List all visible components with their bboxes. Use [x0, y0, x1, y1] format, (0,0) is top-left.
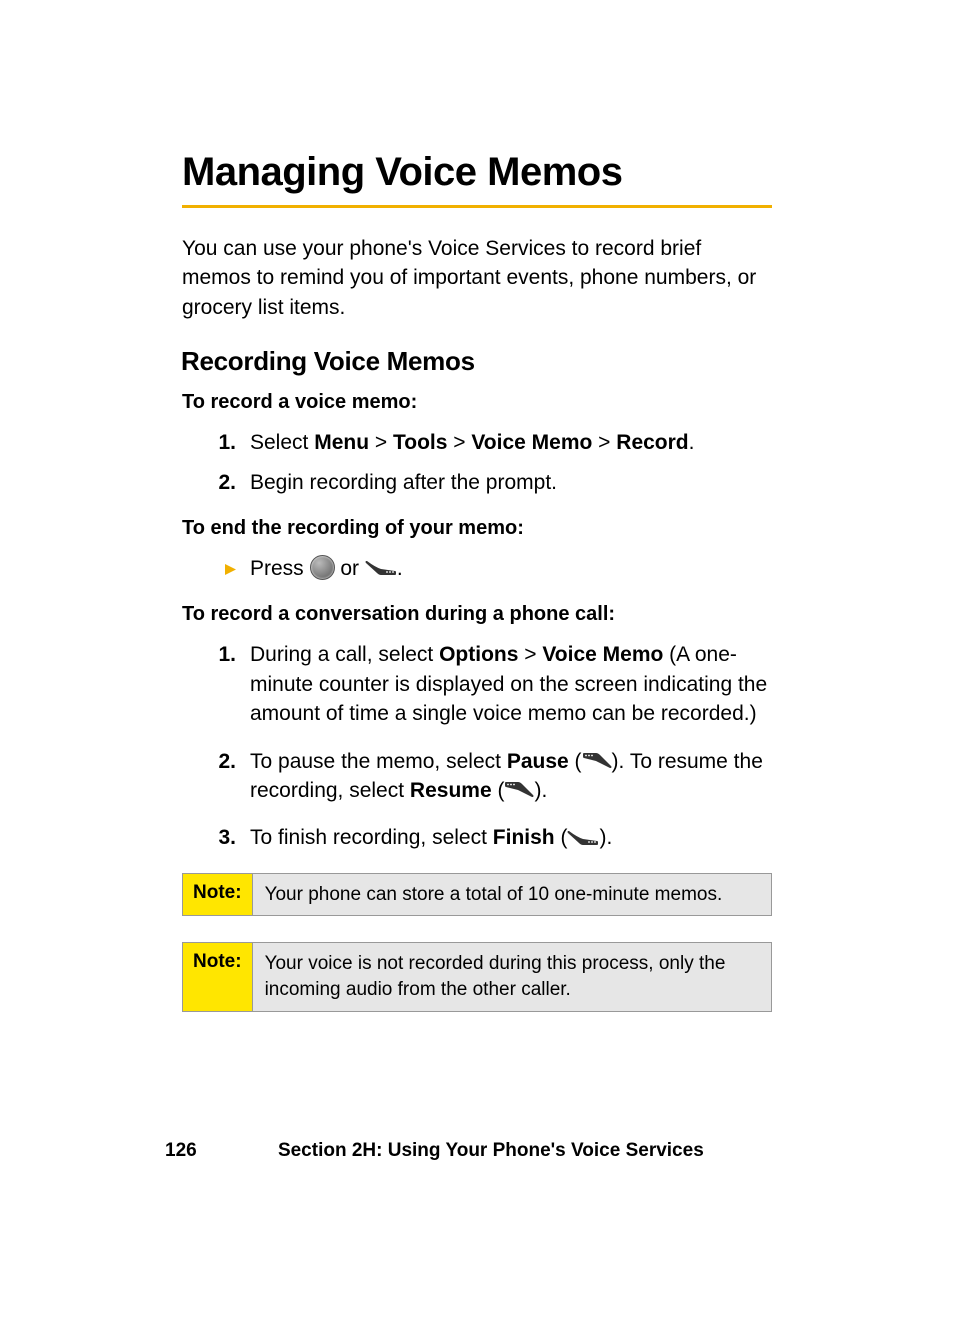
page-number: 126	[165, 1140, 197, 1162]
finish-label: Finish	[493, 826, 555, 849]
paren: (	[492, 779, 505, 802]
right-softkey-icon	[567, 829, 599, 845]
paren: ).	[534, 779, 547, 802]
note-box: Note: Your phone can store a total of 10…	[182, 873, 772, 917]
paren: (	[555, 826, 568, 849]
note-box: Note: Your voice is not recorded during …	[182, 942, 772, 1011]
step-number: 1.	[198, 428, 250, 457]
text: To pause the memo, select	[250, 750, 507, 773]
lead-to-record: To record a voice memo:	[182, 391, 772, 414]
voicememo-label: Voice Memo	[542, 643, 663, 666]
step-number: 2.	[198, 747, 250, 806]
step-item: 1. During a call, select Options > Voice…	[198, 640, 772, 728]
step-body: During a call, select Options > Voice Me…	[250, 640, 772, 728]
text: To finish recording, select	[250, 826, 493, 849]
step-body: Select Menu > Tools > Voice Memo > Recor…	[250, 428, 772, 457]
title-rule	[182, 205, 772, 208]
page-title: Managing Voice Memos	[182, 150, 772, 195]
ok-button-icon	[310, 555, 335, 580]
intro-paragraph: You can use your phone's Voice Services …	[182, 234, 772, 322]
options-label: Options	[439, 643, 518, 666]
paren: ).	[612, 750, 630, 773]
voicememo-label: Voice Memo	[471, 431, 592, 454]
paren: (	[569, 750, 582, 773]
step-body: To finish recording, select Finish ().	[250, 823, 772, 852]
sep: >	[447, 431, 471, 454]
step-item: 1. Select Menu > Tools > Voice Memo > Re…	[198, 428, 772, 457]
record-label: Record	[616, 431, 688, 454]
sep: >	[592, 431, 616, 454]
left-softkey-icon	[504, 781, 534, 799]
menu-label: Menu	[314, 431, 369, 454]
step-body: To pause the memo, select Pause (). To r…	[250, 747, 772, 806]
bullet-body: Press or .	[250, 554, 772, 583]
left-softkey-icon	[582, 752, 612, 770]
step-item: 2. Begin recording after the prompt.	[198, 468, 772, 497]
steps-record: 1. Select Menu > Tools > Voice Memo > Re…	[198, 428, 772, 497]
page-footer: 126 Section 2H: Using Your Phone's Voice…	[165, 1140, 785, 1162]
step-number: 3.	[198, 823, 250, 852]
steps-during-call: 1. During a call, select Options > Voice…	[198, 640, 772, 852]
bullet-marker-icon	[198, 554, 250, 583]
step-number: 2.	[198, 468, 250, 497]
step-item: 3. To finish recording, select Finish ()…	[198, 823, 772, 852]
text: Press	[250, 557, 310, 580]
step-item: 2. To pause the memo, select Pause (). T…	[198, 747, 772, 806]
page-content: Managing Voice Memos You can use your ph…	[182, 150, 772, 1038]
tools-label: Tools	[393, 431, 447, 454]
note-body: Your phone can store a total of 10 one-m…	[253, 874, 771, 916]
sep: >	[518, 643, 542, 666]
resume-label: Resume	[410, 779, 492, 802]
paren: ).	[599, 826, 612, 849]
text: or	[335, 557, 365, 580]
note-label: Note:	[183, 874, 253, 916]
subheading-recording: Recording Voice Memos	[181, 346, 772, 377]
note-label: Note:	[183, 943, 253, 1010]
lead-during-call: To record a conversation during a phone …	[182, 603, 772, 626]
bullet-item: Press or .	[198, 554, 772, 583]
lead-to-end: To end the recording of your memo:	[182, 517, 772, 540]
text: Select	[250, 431, 314, 454]
step-body: Begin recording after the prompt.	[250, 468, 772, 497]
text: .	[397, 557, 403, 580]
pause-label: Pause	[507, 750, 569, 773]
sep: >	[369, 431, 393, 454]
step-number: 1.	[198, 640, 250, 728]
note-body: Your voice is not recorded during this p…	[253, 943, 771, 1010]
right-softkey-icon	[365, 559, 397, 575]
section-title: Section 2H: Using Your Phone's Voice Ser…	[197, 1140, 785, 1162]
period: .	[689, 431, 695, 454]
bullet-end: Press or .	[198, 554, 772, 583]
text: During a call, select	[250, 643, 439, 666]
